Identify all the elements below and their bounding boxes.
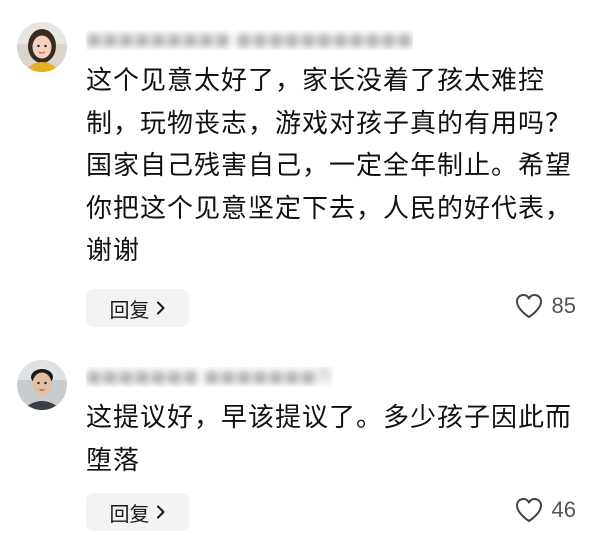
like-button[interactable]: 85 [514,287,576,325]
avatar-man-icon [17,360,67,410]
like-button[interactable]: 46 [514,491,576,529]
user-avatar[interactable] [17,360,67,410]
reply-button[interactable]: 回复 [86,289,189,327]
reply-label: 回复 [109,501,150,526]
chevron-right-icon [156,301,166,315]
username-text: ■■■■■■■ ■■■■■■■苏 [86,367,334,387]
username-text: ■■■■■■■■■ ■■■■■■■■■■■ [86,30,413,50]
chevron-right-icon [156,505,166,519]
comment-item: ■■■■■■■ ■■■■■■■苏 这提议好，早该提议了。多少孩子因此而堕落 回复… [0,340,600,554]
reply-label: 回复 [109,297,150,322]
avatar-woman-icon [17,22,67,72]
username[interactable]: ■■■■■■■■■ ■■■■■■■■■■■ [86,30,413,50]
like-count: 85 [551,293,576,318]
comment-item: ■■■■■■■■■ ■■■■■■■■■■■ 这个见意太好了，家长没着了孩太难控制… [0,0,600,340]
reply-button[interactable]: 回复 [86,493,189,531]
heart-outline-icon [514,292,544,320]
like-count: 46 [551,497,576,522]
comment-text: 这提议好，早该提议了。多少孩子因此而堕落 [86,403,573,476]
username[interactable]: ■■■■■■■ ■■■■■■■苏 [86,367,333,387]
heart-outline-icon [514,496,544,524]
comment-text: 这个见意太好了，家长没着了孩太难控制，玩物丧志，游戏对孩子真的有用吗？国家自己残… [86,66,573,266]
user-avatar[interactable] [17,22,67,72]
